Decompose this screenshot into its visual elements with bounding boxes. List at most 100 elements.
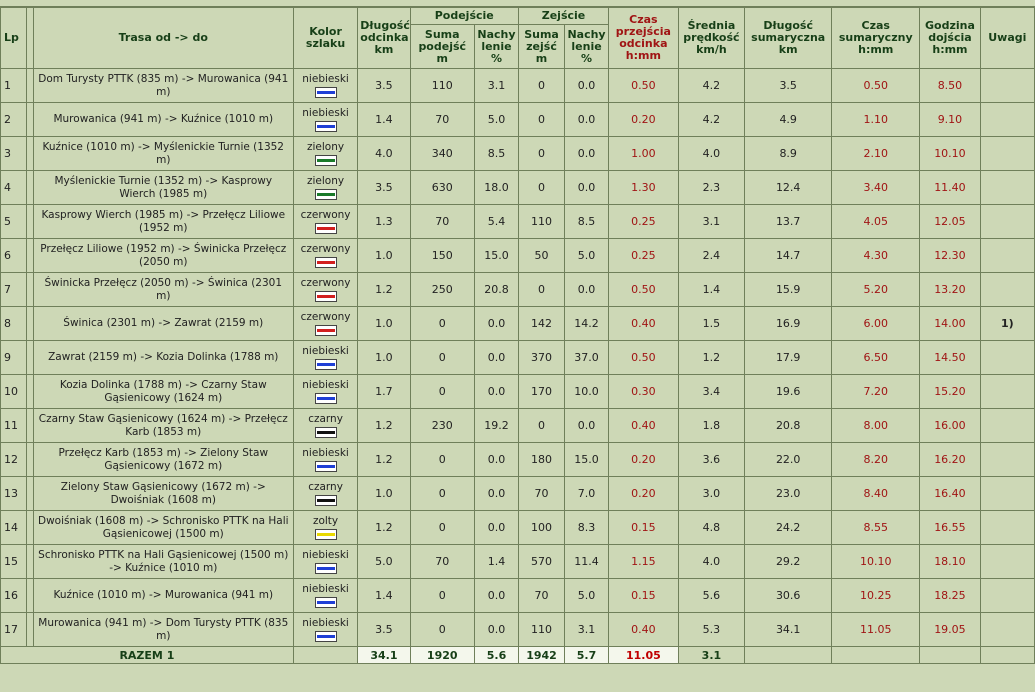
row-srednia-predkosc: 3.1	[678, 205, 745, 238]
row-czas-sumaryczny: 3.40	[832, 171, 920, 204]
trail-color-bar	[316, 227, 335, 230]
row-uwagi	[980, 341, 1034, 374]
trail-color-label: niebieski	[302, 549, 349, 561]
row-dlugosc-sumaryczna: 3.5	[745, 69, 832, 102]
table-row: 6 Przełęcz Liliowe (1952 m) -> Świnicka P…	[1, 239, 1034, 272]
row-trasa: Dom Turysty PTTK (835 m) -> Murowanica (…	[33, 69, 293, 102]
total-dlugosc: 34.1	[358, 647, 410, 663]
row-dlugosc: 1.0	[358, 239, 410, 272]
row-dlugosc-sumaryczna: 23.0	[745, 477, 832, 510]
total-empty-3	[832, 647, 920, 663]
trail-color-label: czerwony	[300, 209, 351, 221]
row-czas-przejscia: 0.50	[609, 69, 678, 102]
total-nachylenie-podejscie: 5.6	[474, 647, 518, 663]
trail-color-label: niebieski	[302, 107, 349, 119]
row-uwagi	[980, 409, 1034, 442]
row-suma-zejsc: 70	[518, 477, 565, 510]
row-spacer	[26, 511, 33, 544]
row-czas-przejscia: 0.30	[609, 375, 678, 408]
row-czas-przejscia: 0.20	[609, 103, 678, 136]
header-uwagi: Uwagi	[980, 8, 1034, 68]
row-czas-przejscia: 1.15	[609, 545, 678, 578]
row-suma-podejsc: 340	[410, 137, 474, 170]
row-trasa: Świnica (2301 m) -> Zawrat (2159 m)	[33, 307, 293, 340]
row-czas-przejscia: 0.50	[609, 273, 678, 306]
row-kolor: zolty	[293, 511, 358, 544]
row-godzina-dojscia: 16.55	[920, 511, 980, 544]
row-dlugosc-sumaryczna: 29.2	[745, 545, 832, 578]
row-czas-sumaryczny: 6.00	[832, 307, 920, 340]
row-srednia-predkosc: 3.6	[678, 443, 745, 476]
row-nachylenie-podejscie: 20.8	[474, 273, 518, 306]
row-kolor: czerwony	[293, 205, 358, 238]
row-spacer	[26, 205, 33, 238]
trail-color-bar	[316, 159, 335, 162]
row-nachylenie-zejscie: 0.0	[565, 409, 609, 442]
table-row: 17 Murowanica (941 m) -> Dom Turysty PTTK…	[1, 613, 1034, 646]
row-czas-przejscia: 0.20	[609, 443, 678, 476]
row-nachylenie-zejscie: 5.0	[565, 239, 609, 272]
trail-color-bar	[316, 125, 335, 128]
row-lp: 16	[1, 579, 26, 612]
row-lp: 2	[1, 103, 26, 136]
row-nachylenie-podejscie: 18.0	[474, 171, 518, 204]
trail-color-bar	[316, 91, 335, 94]
row-uwagi	[980, 511, 1034, 544]
trail-color-swatch-icon	[314, 257, 337, 268]
row-kolor: zielony	[293, 171, 358, 204]
row-suma-zejsc: 0	[518, 137, 565, 170]
row-srednia-predkosc: 3.4	[678, 375, 745, 408]
trail-color-swatch-icon	[314, 291, 337, 302]
row-nachylenie-podejscie: 1.4	[474, 545, 518, 578]
row-uwagi	[980, 443, 1034, 476]
row-dlugosc-sumaryczna: 8.9	[745, 137, 832, 170]
row-nachylenie-podejscie: 3.1	[474, 69, 518, 102]
row-czas-przejscia: 0.40	[609, 409, 678, 442]
trail-color-bar	[316, 533, 335, 536]
row-godzina-dojscia: 14.00	[920, 307, 980, 340]
row-godzina-dojscia: 10.10	[920, 137, 980, 170]
total-label: RAZEM 1	[1, 647, 293, 663]
row-nachylenie-zejscie: 5.0	[565, 579, 609, 612]
header-nachylenie-zejscie: Nachy lenie %	[565, 25, 609, 68]
row-czas-sumaryczny: 8.20	[832, 443, 920, 476]
row-lp: 5	[1, 205, 26, 238]
row-dlugosc: 3.5	[358, 171, 410, 204]
row-dlugosc: 5.0	[358, 545, 410, 578]
row-suma-zejsc: 50	[518, 239, 565, 272]
row-spacer	[26, 137, 33, 170]
row-suma-zejsc: 110	[518, 205, 565, 238]
row-nachylenie-zejscie: 3.1	[565, 613, 609, 646]
row-nachylenie-podejscie: 0.0	[474, 613, 518, 646]
row-trasa: Schronisko PTTK na Hali Gąsienicowej (15…	[33, 545, 293, 578]
total-srednia: 3.1	[678, 647, 745, 663]
row-suma-zejsc: 170	[518, 375, 565, 408]
row-suma-podejsc: 70	[410, 103, 474, 136]
trail-color-bar	[316, 567, 335, 570]
trail-color-label: niebieski	[302, 583, 349, 595]
row-trasa: Zielony Staw Gąsienicowy (1672 m) -> Dwo…	[33, 477, 293, 510]
row-uwagi	[980, 103, 1034, 136]
table-row: 4 Myślenickie Turnie (1352 m) -> Kasprowy…	[1, 171, 1034, 204]
row-lp: 3	[1, 137, 26, 170]
total-empty-5	[980, 647, 1034, 663]
row-czas-przejscia: 0.40	[609, 307, 678, 340]
row-dlugosc-sumaryczna: 17.9	[745, 341, 832, 374]
row-czas-sumaryczny: 1.10	[832, 103, 920, 136]
row-dlugosc-sumaryczna: 19.6	[745, 375, 832, 408]
row-uwagi	[980, 579, 1034, 612]
row-nachylenie-zejscie: 8.3	[565, 511, 609, 544]
row-nachylenie-podejscie: 0.0	[474, 443, 518, 476]
header-nachylenie-podejscie: Nachy lenie %	[474, 25, 518, 68]
row-czas-sumaryczny: 4.30	[832, 239, 920, 272]
row-spacer	[26, 273, 33, 306]
row-kolor: czerwony	[293, 239, 358, 272]
row-dlugosc: 4.0	[358, 137, 410, 170]
row-dlugosc: 1.4	[358, 579, 410, 612]
header-suma-zejsc: Suma zejść m	[518, 25, 565, 68]
row-kolor: czarny	[293, 409, 358, 442]
table-row: 13 Zielony Staw Gąsienicowy (1672 m) -> D…	[1, 477, 1034, 510]
row-kolor: czerwony	[293, 307, 358, 340]
trail-color-swatch-icon	[314, 495, 337, 506]
row-kolor: niebieski	[293, 443, 358, 476]
